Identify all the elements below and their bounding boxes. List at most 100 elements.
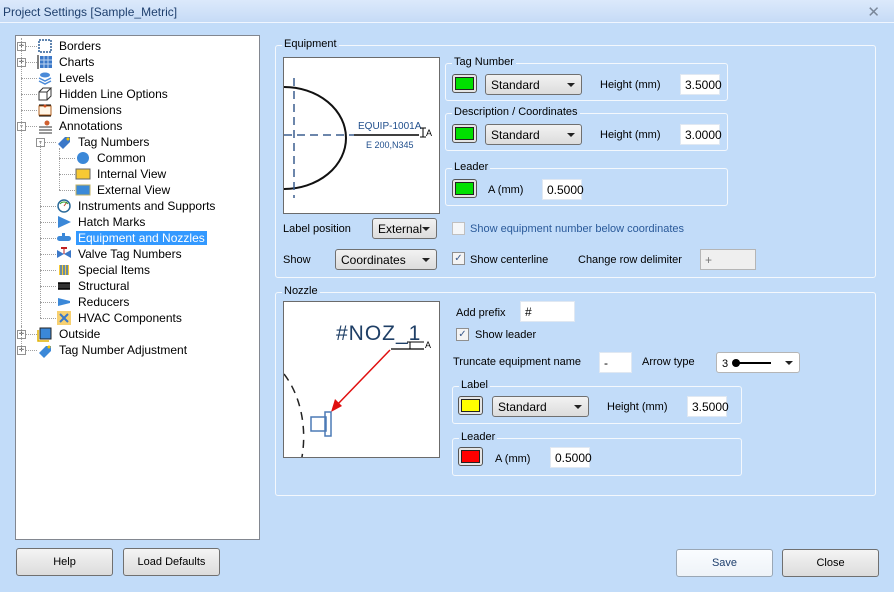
tree-item-reducers[interactable]: Reducers	[56, 294, 131, 310]
arrow-type-select[interactable]: 3	[716, 352, 800, 373]
hatch-marks-icon	[56, 214, 72, 230]
equipment-preview: EQUIP-1001A E 200,N345 A	[283, 57, 440, 214]
description-height-input[interactable]: 3.0000	[680, 124, 722, 145]
tree-connector	[40, 142, 41, 318]
tree-item-equipment-and-nozzles[interactable]: Equipment and Nozzles	[56, 230, 207, 246]
tree-connector	[40, 270, 56, 271]
add-prefix-label: Add prefix	[456, 307, 506, 319]
tree-item-tag-number-adjustment[interactable]: Tag Number Adjustment	[37, 342, 189, 358]
load-defaults-button[interactable]: Load Defaults	[123, 548, 220, 576]
tree-item-instruments-and-supports[interactable]: Instruments and Supports	[56, 198, 217, 214]
nozzle-vessel-outline	[283, 373, 305, 463]
tree-connector	[59, 158, 75, 159]
tree-connector	[40, 286, 56, 287]
preview-equipment-tag: EQUIP-1001A	[358, 121, 422, 132]
nozzle-leader-color-swatch[interactable]	[458, 447, 483, 466]
show-value: Coordinates	[341, 253, 406, 267]
tag-number-style-value: Standard	[491, 78, 540, 92]
arrow-type-preview-icon	[732, 359, 771, 367]
tree-item-label: Borders	[59, 39, 102, 53]
label-position-select[interactable]: External	[372, 218, 437, 239]
tree-item-levels[interactable]: Levels	[37, 70, 96, 86]
label-position-label: Label position	[283, 223, 351, 235]
settings-tree[interactable]: + Borders + Charts Levels Hidden Line Options…	[15, 35, 260, 540]
tree-connector	[59, 148, 60, 190]
nozzle-label-style-select[interactable]: Standard	[492, 396, 589, 417]
show-centerline-checkbox[interactable]: ✓	[452, 252, 465, 265]
dimensions-icon	[37, 102, 53, 118]
tree-item-label: Tag Number Adjustment	[59, 343, 188, 357]
chevron-down-icon	[567, 83, 575, 87]
nozzle-preview: #NOZ_1 A	[283, 301, 440, 463]
tree-connector	[21, 110, 37, 111]
equipment-leader-a-input[interactable]: 0.5000	[542, 179, 584, 200]
tree-connector	[40, 238, 56, 239]
tree-item-external-view[interactable]: External View	[75, 182, 172, 198]
nozzle-leader-a-label: A (mm)	[495, 453, 531, 465]
checkmark-icon: ✓	[454, 253, 463, 264]
arrow-type-label: Arrow type	[642, 356, 695, 368]
equipment-leader-color-swatch[interactable]	[452, 179, 477, 198]
special-items-icon	[56, 262, 72, 278]
row-delimiter-input[interactable]: +	[700, 249, 756, 270]
tree-connector	[21, 326, 22, 350]
tree-item-label: HVAC Components	[78, 311, 182, 325]
tree-item-hvac-components[interactable]: HVAC Components	[56, 310, 184, 326]
tag-number-color-swatch[interactable]	[452, 74, 477, 93]
tree-item-internal-view[interactable]: Internal View	[75, 166, 168, 182]
help-button[interactable]: Help	[16, 548, 113, 576]
internal-view-icon	[75, 166, 91, 182]
tree-item-common[interactable]: Common	[75, 150, 148, 166]
nozzle-label-height-input[interactable]: 3.5000	[687, 396, 729, 417]
tree-item-label: Annotations	[59, 119, 123, 133]
show-select[interactable]: Coordinates	[335, 249, 437, 270]
tag-adjust-icon	[37, 342, 53, 358]
tree-connector	[21, 38, 22, 126]
tree-item-special-items[interactable]: Special Items	[56, 262, 152, 278]
show-centerline-label: Show centerline	[470, 254, 549, 266]
show-label: Show	[283, 254, 311, 266]
save-button[interactable]: Save	[676, 549, 773, 577]
tree-item-valve-tag-numbers[interactable]: Valve Tag Numbers	[56, 246, 184, 262]
show-equipment-number-checkbox[interactable]	[452, 222, 465, 235]
equipment-preview-drawing: EQUIP-1001A E 200,N345 A	[283, 78, 432, 198]
tag-number-height-input[interactable]: 3.5000	[680, 74, 722, 95]
borders-icon	[37, 38, 53, 54]
tree-item-label: Valve Tag Numbers	[78, 247, 182, 261]
tag-number-height-label: Height (mm)	[600, 79, 661, 91]
tree-item-structural[interactable]: Structural	[56, 278, 131, 294]
tree-item-borders[interactable]: Borders	[37, 38, 103, 54]
tree-item-charts[interactable]: Charts	[37, 54, 96, 70]
preview-dim-label: A	[426, 128, 432, 138]
tree-item-dimensions[interactable]: Dimensions	[37, 102, 124, 118]
tree-item-label: Hidden Line Options	[59, 87, 168, 101]
hidden-line-icon	[37, 86, 53, 102]
window-close-button[interactable]: ✕	[867, 3, 880, 21]
checkmark-icon: ✓	[458, 329, 467, 340]
add-prefix-input[interactable]: #	[520, 301, 575, 322]
reducer-icon	[56, 294, 72, 310]
preview-equipment-coords: E 200,N345	[366, 140, 414, 150]
tree-item-tag-numbers[interactable]: Tag Numbers	[56, 134, 151, 150]
nozzle-preview-drawing: #NOZ_1 A	[283, 322, 431, 463]
nozzle-symbol	[310, 416, 327, 432]
nozzle-group-title: Nozzle	[282, 285, 320, 297]
description-color-swatch[interactable]	[452, 124, 477, 143]
truncate-label: Truncate equipment name	[453, 356, 581, 368]
nozzle-leader-a-input[interactable]: 0.5000	[550, 447, 592, 468]
truncate-input[interactable]: -	[599, 352, 632, 373]
tree-item-hidden-line-options[interactable]: Hidden Line Options	[37, 86, 170, 102]
tag-number-group-title: Tag Number	[452, 56, 516, 68]
tree-item-outside[interactable]: Outside	[37, 326, 102, 342]
close-button[interactable]: Close	[782, 549, 879, 577]
window-title: Project Settings [Sample_Metric]	[3, 5, 178, 19]
show-leader-checkbox[interactable]: ✓	[456, 328, 469, 341]
tree-item-hatch-marks[interactable]: Hatch Marks	[56, 214, 147, 230]
tag-number-style-select[interactable]: Standard	[485, 74, 582, 95]
title-bar: Project Settings [Sample_Metric] ✕	[0, 0, 894, 23]
annotations-icon	[37, 118, 53, 134]
tree-item-annotations[interactable]: Annotations	[37, 118, 124, 134]
nozzle-label-color-swatch[interactable]	[458, 396, 483, 415]
tree-item-label: Outside	[59, 327, 101, 341]
description-style-select[interactable]: Standard	[485, 124, 582, 145]
